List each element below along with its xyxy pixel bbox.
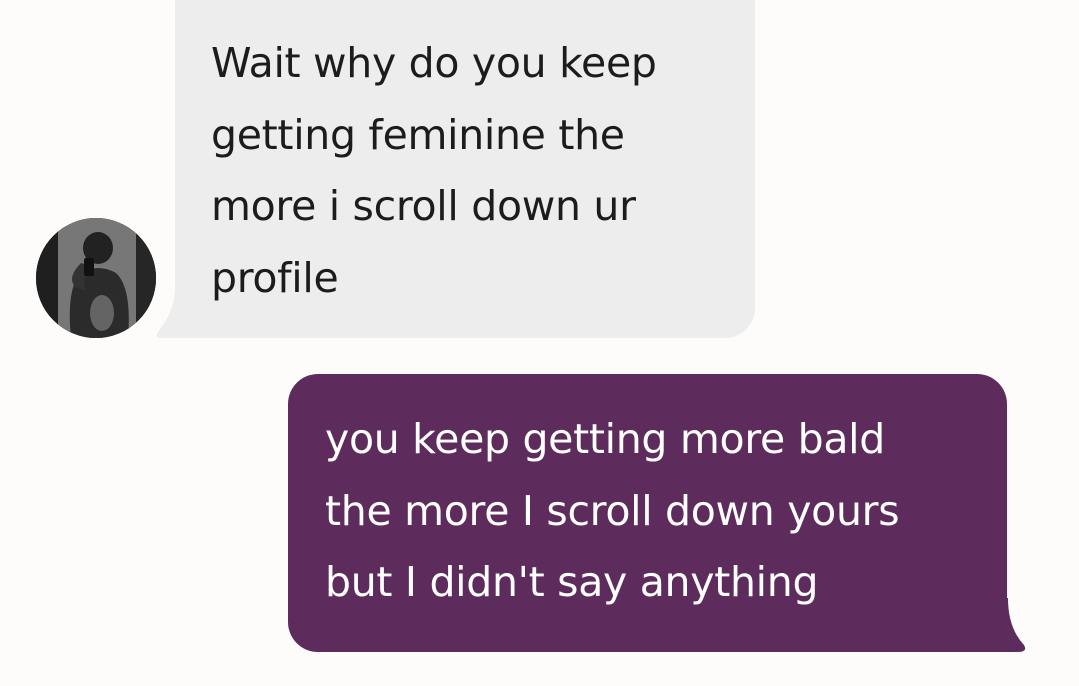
outgoing-bubble-tail xyxy=(990,598,1026,652)
chat-thread: Wait why do you keep getting feminine th… xyxy=(0,0,1079,686)
incoming-message-bubble[interactable]: Wait why do you keep getting feminine th… xyxy=(175,0,755,338)
outgoing-message-text: you keep getting more bald the more I sc… xyxy=(325,415,900,606)
outgoing-message-bubble[interactable]: you keep getting more bald the more I sc… xyxy=(288,374,1007,652)
incoming-message-text: Wait why do you keep getting feminine th… xyxy=(211,39,657,302)
sender-avatar[interactable] xyxy=(36,218,156,338)
person-photo-avatar-icon xyxy=(36,218,156,338)
